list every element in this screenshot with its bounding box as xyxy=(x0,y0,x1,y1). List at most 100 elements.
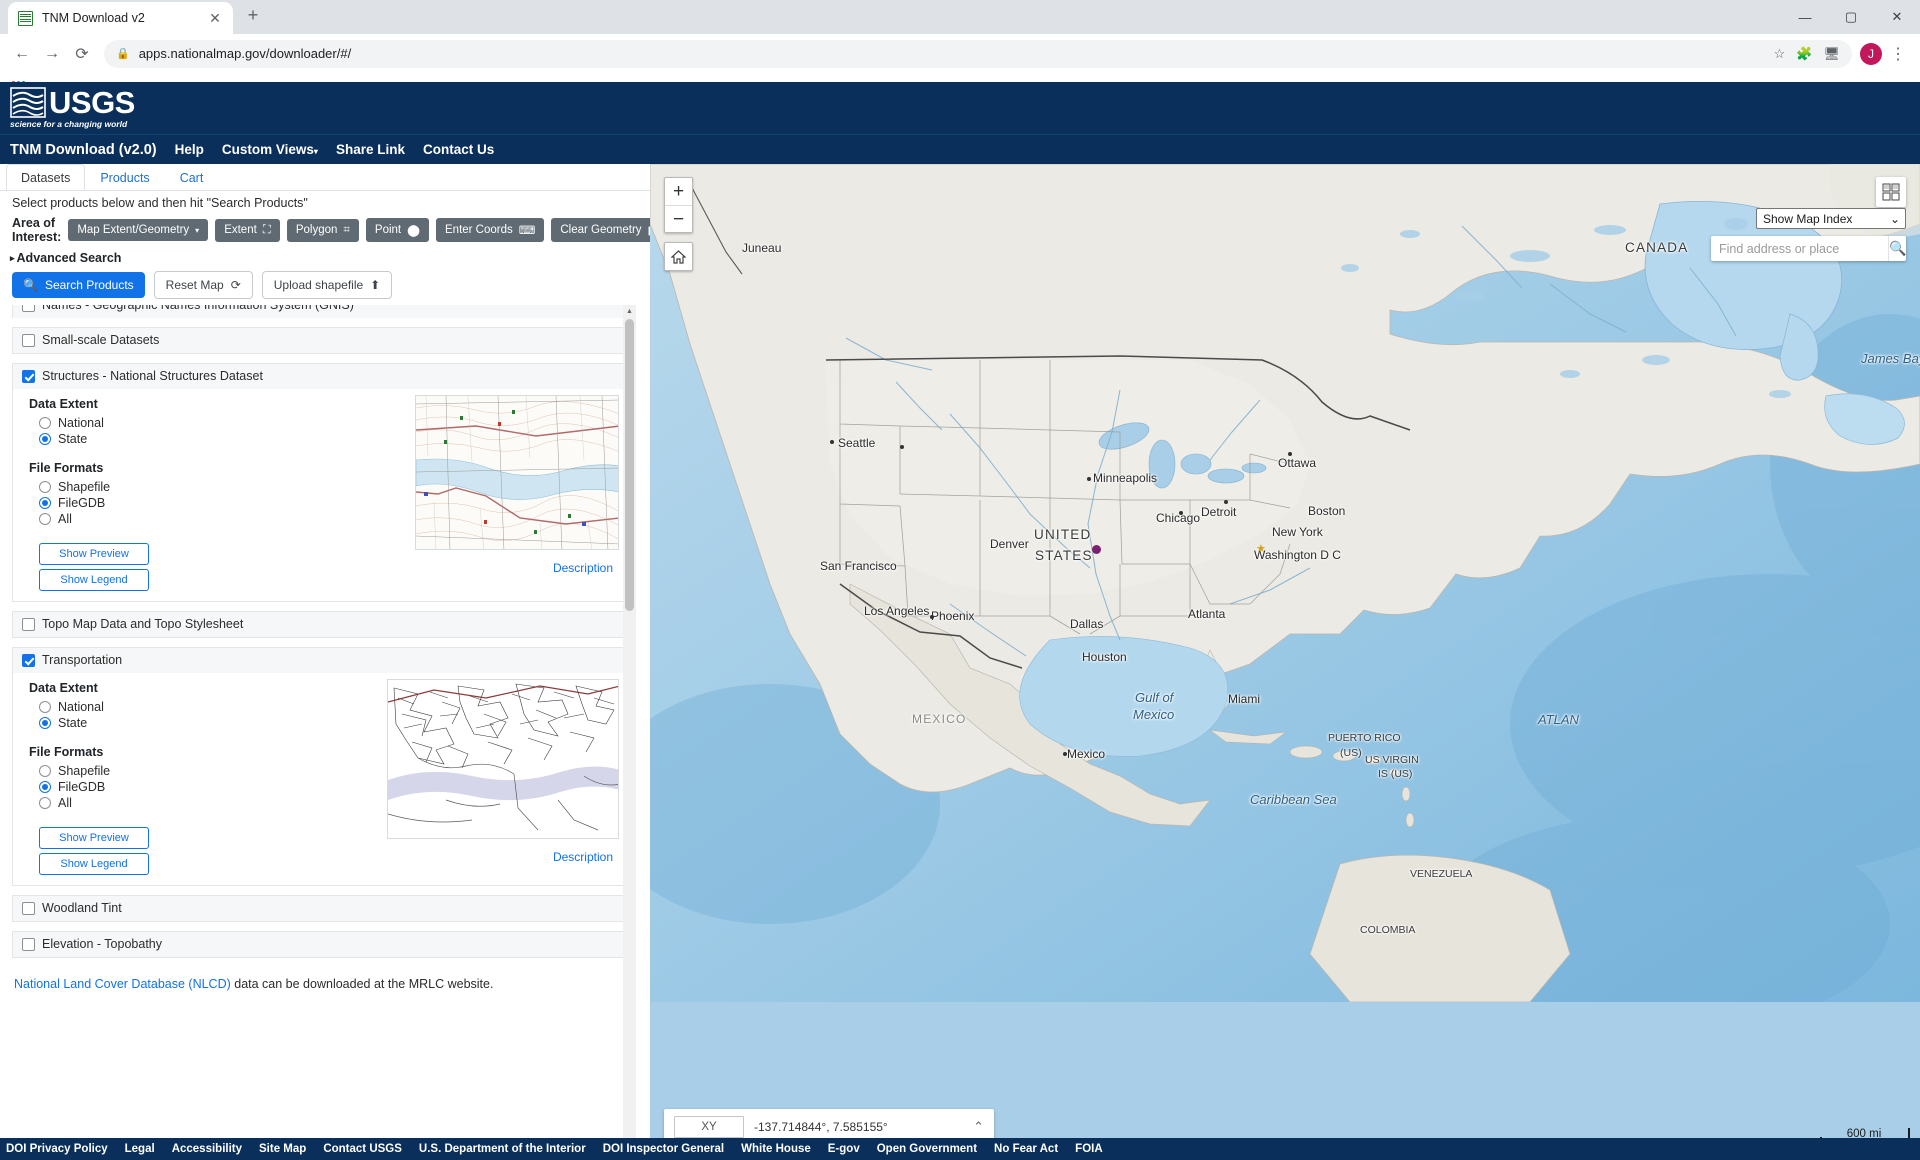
radio-format-shapefile[interactable]: Shapefile xyxy=(39,764,353,778)
show-legend-button[interactable]: Show Legend xyxy=(39,569,149,591)
dataset-checkbox[interactable] xyxy=(22,333,35,347)
dataset-header[interactable]: Small-scale Datasets xyxy=(13,328,629,353)
show-preview-button[interactable]: Show Preview xyxy=(39,543,149,565)
scrollbar-thumb[interactable] xyxy=(625,319,634,611)
basemap-gallery-button[interactable] xyxy=(1876,177,1906,207)
map-container[interactable]: CANADA UNITED STATES MEXICO Hudson Bay L… xyxy=(650,164,1920,1160)
profile-avatar[interactable]: J xyxy=(1860,42,1882,65)
zoom-in-button[interactable]: + xyxy=(665,178,692,205)
map-home-button[interactable] xyxy=(664,242,693,271)
upload-shapefile-button[interactable]: Upload shapefile ⬆ xyxy=(261,271,393,299)
map-canvas[interactable] xyxy=(650,164,1920,1002)
dataset-card-woodland-tint[interactable]: Woodland Tint xyxy=(12,895,630,922)
radio-data-extent-state[interactable]: State xyxy=(39,716,353,730)
footer-link-open-government[interactable]: Open Government xyxy=(877,1143,977,1155)
datasets-scroll-area[interactable]: Names - Geographic Names Information Sys… xyxy=(12,305,636,1160)
dataset-header[interactable]: Transportation xyxy=(13,648,629,673)
extent-button[interactable]: Extent ⛶ xyxy=(215,218,280,242)
window-close-button[interactable]: ✕ xyxy=(1874,0,1920,34)
dataset-checkbox[interactable] xyxy=(22,305,35,312)
datasets-scrollbar[interactable]: ▲ ▼ xyxy=(623,305,636,1160)
enter-coords-button[interactable]: Enter Coords ⌨ xyxy=(436,218,545,242)
dataset-card-structures[interactable]: Structures - National Structures Dataset… xyxy=(12,363,630,602)
browser-menu-icon[interactable]: ⋮ xyxy=(1884,40,1912,68)
dataset-checkbox[interactable] xyxy=(22,617,35,631)
scroll-up-arrow-icon[interactable]: ▲ xyxy=(623,305,636,318)
window-minimize-button[interactable]: — xyxy=(1782,0,1828,34)
map-search-box[interactable]: 🔍 xyxy=(1711,236,1906,261)
zoom-out-button[interactable]: − xyxy=(665,205,692,232)
tab-cart[interactable]: Cart xyxy=(165,164,219,190)
radio-format-all[interactable]: All xyxy=(39,512,353,526)
cast-icon[interactable]: 🖥 xyxy=(1823,46,1840,62)
dataset-checkbox[interactable] xyxy=(22,901,35,915)
usgs-logo[interactable]: USGS science for a changing world xyxy=(10,87,135,129)
nav-contact-us[interactable]: Contact Us xyxy=(423,142,494,157)
tab-datasets[interactable]: Datasets xyxy=(6,164,86,190)
nav-share-link[interactable]: Share Link xyxy=(336,142,405,157)
dataset-card-small-scale[interactable]: Small-scale Datasets xyxy=(12,327,630,354)
dataset-header[interactable]: Elevation - Topobathy xyxy=(13,932,629,957)
dataset-header[interactable]: Woodland Tint xyxy=(13,896,629,921)
footer-link-doi-privacy-policy[interactable]: DOI Privacy Policy xyxy=(6,1143,108,1155)
radio-format-shapefile[interactable]: Shapefile xyxy=(39,480,353,494)
radio-data-extent-national[interactable]: National xyxy=(39,416,353,430)
nav-help[interactable]: Help xyxy=(175,142,204,157)
xy-toggle-button[interactable]: XY xyxy=(674,1115,744,1138)
dataset-header[interactable]: Topo Map Data and Topo Stylesheet xyxy=(13,612,629,637)
show-preview-button[interactable]: Show Preview xyxy=(39,827,149,849)
reset-map-button[interactable]: Reset Map ⟳ xyxy=(153,271,253,299)
radio-data-extent-state[interactable]: State xyxy=(39,432,353,446)
dataset-card-gnis-clipped[interactable]: Names - Geographic Names Information Sys… xyxy=(12,305,630,318)
nav-custom-views[interactable]: Custom Views▾ xyxy=(222,142,318,157)
radio-data-extent-national[interactable]: National xyxy=(39,700,353,714)
footer-link-contact-usgs[interactable]: Contact USGS xyxy=(323,1143,402,1155)
footer-link-doi[interactable]: U.S. Department of the Interior xyxy=(419,1143,586,1155)
radio-format-all[interactable]: All xyxy=(39,796,353,810)
description-link[interactable]: Description xyxy=(553,850,613,864)
footer-link-accessibility[interactable]: Accessibility xyxy=(172,1143,242,1155)
map-search-input[interactable] xyxy=(1711,241,1888,256)
tab-products[interactable]: Products xyxy=(85,164,164,190)
tab-close-icon[interactable]: ✕ xyxy=(207,11,223,25)
dataset-card-elevation-topobathy[interactable]: Elevation - Topobathy xyxy=(12,931,630,958)
chevron-up-icon[interactable]: ⌃ xyxy=(973,1119,984,1135)
dataset-card-topo-map-data[interactable]: Topo Map Data and Topo Stylesheet xyxy=(12,611,630,638)
advanced-search-toggle[interactable]: ▸ Advanced Search xyxy=(0,244,650,268)
footer-link-no-fear-act[interactable]: No Fear Act xyxy=(994,1143,1058,1155)
dataset-checkbox[interactable] xyxy=(22,369,35,383)
window-maximize-button[interactable]: ▢ xyxy=(1828,0,1874,34)
map-point-marker[interactable] xyxy=(1092,545,1101,554)
show-legend-button[interactable]: Show Legend xyxy=(39,853,149,875)
dataset-checkbox[interactable] xyxy=(22,937,35,951)
preview-thumbnail-roads[interactable] xyxy=(387,679,619,839)
footer-link-foia[interactable]: FOIA xyxy=(1075,1143,1102,1155)
point-button[interactable]: Point ⬤ xyxy=(365,218,429,242)
browser-tab[interactable]: TNM Download v2 ✕ xyxy=(8,2,233,34)
preview-thumbnail-topo[interactable] xyxy=(415,395,619,550)
description-link[interactable]: Description xyxy=(553,561,613,575)
map-extent-geometry-button[interactable]: Map Extent/Geometry ▾ xyxy=(68,219,209,241)
dataset-header[interactable]: Structures - National Structures Dataset xyxy=(13,364,629,389)
bookmark-star-icon[interactable]: ☆ xyxy=(1774,46,1786,62)
polygon-button[interactable]: Polygon ⌗ xyxy=(286,218,359,242)
address-bar[interactable]: 🔒 apps.nationalmap.gov/downloader/#/ ☆ 🧩… xyxy=(104,39,1852,68)
radio-format-filegdb[interactable]: FileGDB xyxy=(39,496,353,510)
back-icon[interactable]: ← xyxy=(8,40,36,68)
footer-link-egov[interactable]: E-gov xyxy=(828,1143,860,1155)
dataset-card-transportation[interactable]: Transportation Data Extent National Stat… xyxy=(12,647,630,886)
show-map-index-select[interactable]: Show Map Index ⌄ xyxy=(1756,208,1906,229)
footer-link-doi-inspector-general[interactable]: DOI Inspector General xyxy=(603,1143,724,1155)
footer-link-legal[interactable]: Legal xyxy=(125,1143,155,1155)
magnifier-icon[interactable]: 🔍 xyxy=(1888,236,1906,261)
new-tab-button[interactable]: + xyxy=(239,1,267,29)
dataset-header[interactable]: Names - Geographic Names Information Sys… xyxy=(13,305,629,318)
nlcd-link[interactable]: National Land Cover Database (NLCD) xyxy=(14,977,231,991)
footer-link-white-house[interactable]: White House xyxy=(741,1143,811,1155)
forward-icon[interactable]: → xyxy=(38,40,66,68)
dataset-checkbox[interactable] xyxy=(22,653,35,667)
search-products-button[interactable]: 🔍 Search Products xyxy=(12,272,145,298)
footer-link-site-map[interactable]: Site Map xyxy=(259,1143,306,1155)
reload-icon[interactable]: ⟳ xyxy=(68,40,96,68)
radio-format-filegdb[interactable]: FileGDB xyxy=(39,780,353,794)
